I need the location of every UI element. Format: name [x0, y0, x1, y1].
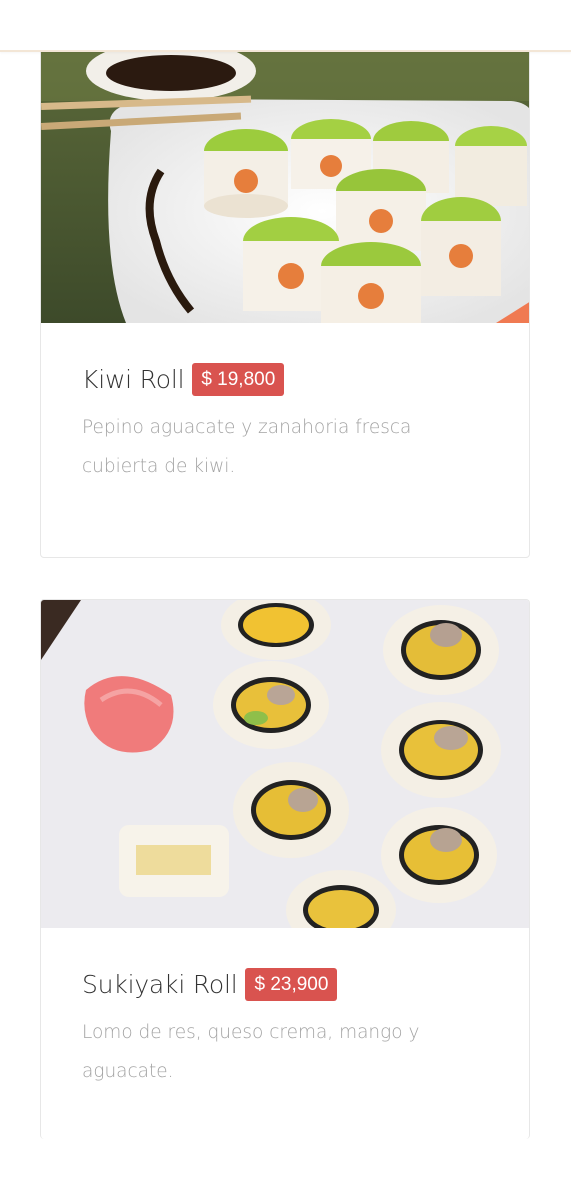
- top-header-bar: [0, 0, 571, 52]
- product-title-row: Kiwi Roll $ 19,800: [82, 363, 488, 396]
- product-info-kiwi-roll: Kiwi Roll $ 19,800 Pepino aguacate y zan…: [41, 363, 529, 486]
- product-image-kiwi-roll[interactable]: [41, 41, 529, 323]
- kiwi-roll-photo-icon: [41, 41, 529, 323]
- product-title-row: Sukiyaki Roll $ 23,900: [82, 968, 488, 1001]
- product-image-sukiyaki-roll[interactable]: [41, 600, 529, 928]
- product-name[interactable]: Kiwi Roll: [82, 365, 185, 394]
- product-card-kiwi-roll[interactable]: Kiwi Roll $ 19,800 Pepino aguacate y zan…: [40, 40, 530, 558]
- product-description: Pepino aguacate y zanahoria fresca cubie…: [82, 417, 412, 477]
- product-card-sukiyaki-roll[interactable]: Sukiyaki Roll $ 23,900 Lomo de res, ques…: [40, 599, 530, 1139]
- price-badge: $ 19,800: [192, 363, 285, 396]
- price-badge: $ 23,900: [245, 968, 338, 1001]
- product-info-sukiyaki-roll: Sukiyaki Roll $ 23,900 Lomo de res, ques…: [41, 968, 529, 1091]
- product-name[interactable]: Sukiyaki Roll: [82, 970, 238, 999]
- product-description: Lomo de res, queso crema, mango y aguaca…: [82, 1022, 420, 1082]
- sukiyaki-roll-photo-icon: [41, 600, 529, 928]
